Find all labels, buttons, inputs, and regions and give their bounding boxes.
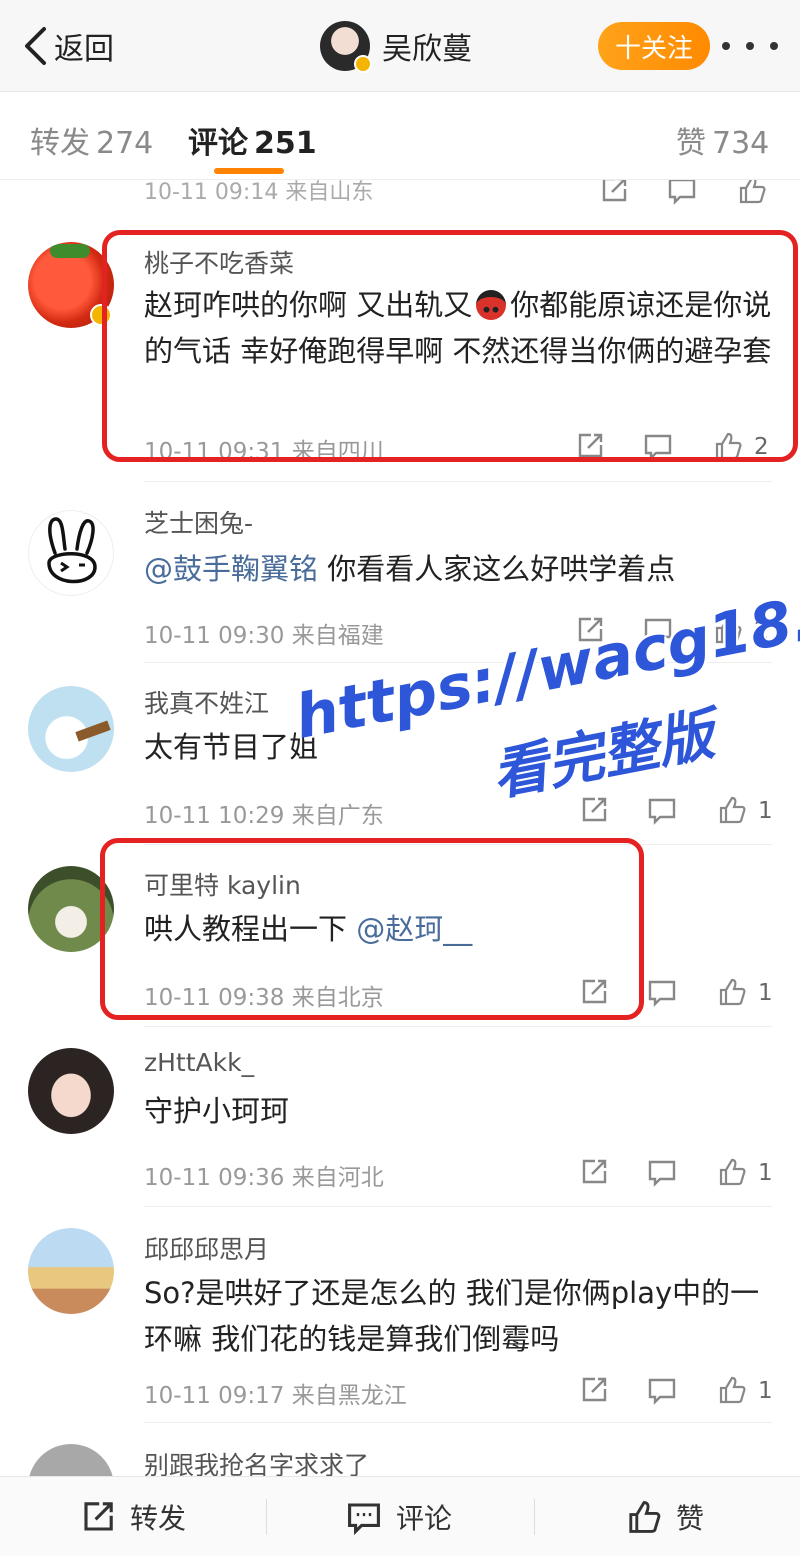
like-count: 1 [758, 1160, 773, 1186]
tomato-leaf-shape [50, 244, 90, 258]
top-nav-bar: 返回 吴欣蔓 十关注 [0, 0, 800, 92]
repost-icon[interactable] [574, 1370, 614, 1410]
comment-meta: 10-11 09:17 来自黑龙江 [144, 1383, 407, 1409]
tab-bar: 转发 274 评论 251 赞 734 [0, 92, 800, 180]
comment-label: 评论 [396, 1502, 453, 1535]
like-count: 1 [758, 798, 773, 824]
repost-icon[interactable] [570, 610, 610, 650]
comment-item: 我真不姓江 太有节目了姐 10-11 10:29 来自广东 1 [0, 664, 800, 844]
comment-list[interactable]: 10-11 09:14 来自山东 桃子不吃香菜 赵珂咋哄的你啊 又出轨又 你都能原… [0, 180, 800, 1476]
comment-icon[interactable] [642, 1152, 682, 1192]
follow-button[interactable]: 十关注 [598, 22, 710, 70]
commenter-name[interactable]: 邱邱邱思月 [144, 1230, 269, 1266]
like-count: 2 [754, 618, 769, 644]
like-count: 1 [758, 980, 773, 1006]
repost-label: 转发 [130, 1502, 187, 1535]
comment-meta: 10-11 09:30 来自福建 [144, 623, 384, 649]
repost-icon [84, 1502, 113, 1531]
commenter-name[interactable]: 芝士困兔- [144, 504, 253, 540]
comment-item: 邱邱邱思月 So?是哄好了还是怎么的 我们是你俩play中的一环嘛 我们花的钱是… [0, 1208, 800, 1422]
comment-icon[interactable] [662, 180, 702, 210]
author-info[interactable]: 吴欣蔓 [320, 20, 472, 73]
commenter-avatar[interactable] [28, 1228, 114, 1314]
commenter-avatar[interactable] [28, 1048, 114, 1134]
back-label: 返回 [54, 32, 114, 67]
divider [144, 1422, 772, 1423]
comment-item: 芝士困兔- @鼓手鞠翼铭 你看看人家这么好哄学着点 10-11 09:30 来自… [0, 482, 800, 662]
highlight-box [102, 230, 798, 462]
like-icon[interactable] [732, 180, 772, 210]
comment-icon[interactable] [642, 1370, 682, 1410]
broom-shape [75, 720, 111, 742]
back-button[interactable]: 返回 [22, 22, 114, 70]
more-options-icon[interactable] [722, 26, 778, 66]
comment-text: 太有节目了姐 [144, 730, 319, 764]
repost-icon[interactable] [574, 1152, 614, 1192]
tab-likes[interactable]: 赞 734 [676, 118, 769, 162]
comment-icon [348, 1503, 380, 1535]
comment-meta: 10-11 09:36 来自河北 [144, 1165, 384, 1191]
like-icon[interactable] [712, 790, 752, 830]
like-icon[interactable] [712, 1370, 752, 1410]
like-icon[interactable] [708, 610, 748, 650]
comment-icon[interactable] [642, 790, 682, 830]
author-name[interactable]: 吴欣蔓 [382, 24, 472, 68]
commenter-avatar[interactable] [28, 686, 114, 772]
commenter-name[interactable]: 别跟我抢名字求求了 [144, 1446, 369, 1476]
repost-button[interactable]: 转发 [80, 1477, 186, 1556]
commenter-name[interactable]: 我真不姓江 [144, 684, 269, 720]
tab-repost[interactable]: 转发 274 [30, 118, 153, 162]
comment-item: zHttAkk_ 守护小珂珂 10-11 09:36 来自河北 1 [0, 1028, 800, 1206]
active-tab-indicator [214, 168, 284, 174]
commenter-avatar[interactable] [28, 1444, 114, 1476]
comment-item: 别跟我抢名字求求了 [0, 1424, 800, 1476]
bottom-action-bar: 转发 评论 赞 [0, 1476, 800, 1556]
highlight-box [100, 838, 644, 1020]
comment-icon[interactable] [642, 972, 682, 1012]
comment-icon[interactable] [638, 610, 678, 650]
divider [144, 1026, 772, 1027]
like-icon[interactable] [712, 972, 752, 1012]
bunny-doodle-icon [47, 517, 97, 584]
divider [144, 1206, 772, 1207]
commenter-avatar[interactable] [28, 510, 114, 596]
comment-text: 守护小珂珂 [144, 1094, 290, 1128]
like-label: 赞 [676, 1502, 705, 1535]
verified-badge-icon [354, 55, 372, 73]
like-icon[interactable] [712, 1152, 752, 1192]
comment-text: @鼓手鞠翼铭 你看看人家这么好哄学着点 [144, 552, 676, 586]
author-avatar[interactable] [320, 21, 372, 73]
chevron-left-icon [25, 27, 46, 65]
comment-button[interactable]: 评论 [346, 1477, 452, 1556]
repost-icon[interactable] [594, 180, 634, 210]
divider [534, 1499, 535, 1535]
divider [144, 662, 772, 663]
like-button[interactable]: 赞 [626, 1477, 704, 1556]
comment-text: So?是哄好了还是怎么的 我们是你俩play中的一环嘛 我们花的钱是算我们倒霉吗 [144, 1276, 760, 1356]
like-count: 1 [758, 1378, 773, 1404]
mention-link[interactable]: @鼓手鞠翼铭 [144, 552, 318, 586]
commenter-name[interactable]: zHttAkk_ [144, 1048, 254, 1077]
divider [266, 1499, 267, 1535]
comment-meta: 10-11 10:29 来自广东 [144, 803, 384, 829]
like-icon [629, 1501, 661, 1533]
repost-icon[interactable] [574, 790, 614, 830]
tab-comments[interactable]: 评论 251 [188, 118, 317, 162]
